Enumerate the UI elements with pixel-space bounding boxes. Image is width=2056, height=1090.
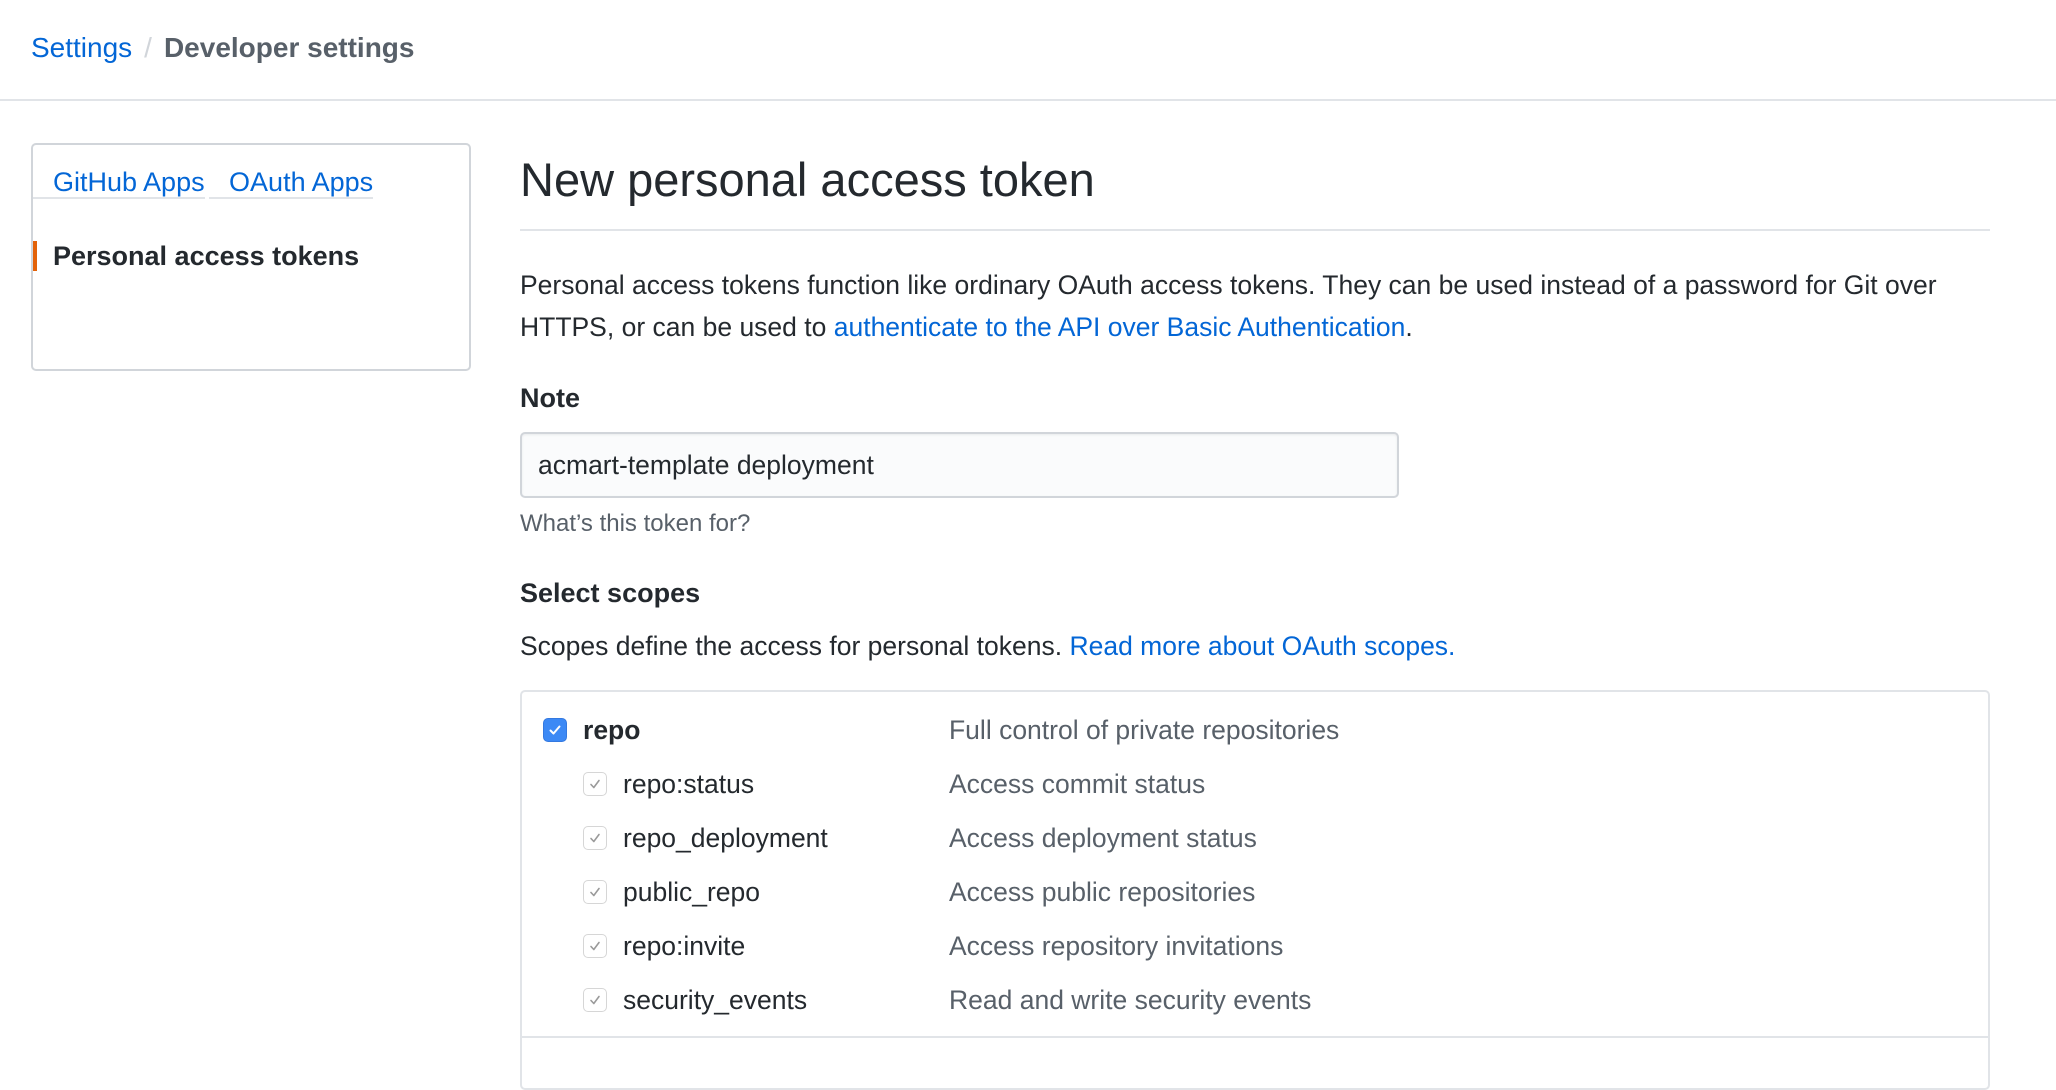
scope-row-repo-deployment: repo_deployment Access deployment status — [522, 818, 1988, 858]
checkbox-repo[interactable] — [543, 718, 567, 742]
developer-settings-sidebar: GitHub Apps OAuth Apps Personal access t… — [31, 143, 471, 371]
scope-row-repo: repo Full control of private repositorie… — [522, 710, 1988, 750]
scope-group-divider — [522, 1036, 1988, 1038]
scope-name: repo — [583, 714, 641, 745]
breadcrumb-current: Developer settings — [163, 32, 415, 63]
breadcrumb-settings-link[interactable]: Settings — [31, 32, 132, 63]
check-icon — [590, 887, 600, 897]
scope-row-security-events: security_events Read and write security … — [522, 980, 1988, 1020]
scope-description: Full control of private repositories — [949, 714, 1340, 745]
scope-row-public-repo: public_repo Access public repositories — [522, 872, 1988, 912]
note-hint: What’s this token for? — [520, 510, 751, 537]
scope-name: security_events — [623, 984, 808, 1015]
scope-description: Access commit status — [949, 768, 1206, 799]
scope-name: public_repo — [623, 876, 761, 907]
intro-end: . — [1405, 312, 1413, 342]
scope-name: repo:invite — [623, 930, 746, 961]
check-icon — [549, 725, 561, 735]
breadcrumb: Settings / Developer settings — [31, 30, 414, 66]
scopes-list: repo Full control of private repositorie… — [520, 690, 1990, 1090]
checkbox-repo-invite[interactable] — [583, 934, 607, 958]
checkbox-repo-status[interactable] — [583, 772, 607, 796]
scope-description: Access public repositories — [949, 876, 1256, 907]
note-label: Note — [520, 383, 580, 413]
checkbox-repo-deployment[interactable] — [583, 826, 607, 850]
page-title: New personal access token — [520, 153, 1095, 206]
select-scopes-label: Select scopes — [520, 578, 701, 608]
scope-description: Read and write security events — [949, 984, 1312, 1015]
check-icon — [590, 833, 600, 843]
scope-row-repo-status: repo:status Access commit status — [522, 764, 1988, 804]
check-icon — [590, 941, 600, 951]
sidebar-item-github-apps[interactable]: GitHub Apps — [33, 167, 205, 199]
scope-description: Access repository invitations — [949, 930, 1284, 961]
scope-name: repo:status — [623, 768, 755, 799]
scopes-description: Scopes define the access for personal to… — [520, 631, 1455, 662]
title-divider — [520, 229, 1990, 231]
checkbox-security-events[interactable] — [583, 988, 607, 1012]
sidebar-item-personal-access-tokens[interactable]: Personal access tokens — [33, 241, 359, 271]
basic-auth-link[interactable]: authenticate to the API over Basic Authe… — [834, 312, 1406, 342]
intro-paragraph: Personal access tokens function like ord… — [520, 264, 1990, 348]
page-header: Settings / Developer settings — [0, 0, 2056, 101]
scope-row-repo-invite: repo:invite Access repository invitation… — [522, 926, 1988, 966]
checkbox-public-repo[interactable] — [583, 880, 607, 904]
scopes-description-text: Scopes define the access for personal to… — [520, 631, 1070, 661]
oauth-scopes-link[interactable]: Read more about OAuth scopes. — [1069, 631, 1455, 661]
scope-description: Access deployment status — [949, 822, 1257, 853]
note-input[interactable] — [520, 432, 1399, 498]
check-icon — [590, 995, 600, 1005]
breadcrumb-separator: / — [144, 32, 152, 63]
scope-name: repo_deployment — [623, 822, 828, 853]
check-icon — [590, 779, 600, 789]
sidebar-item-oauth-apps[interactable]: OAuth Apps — [209, 167, 374, 199]
